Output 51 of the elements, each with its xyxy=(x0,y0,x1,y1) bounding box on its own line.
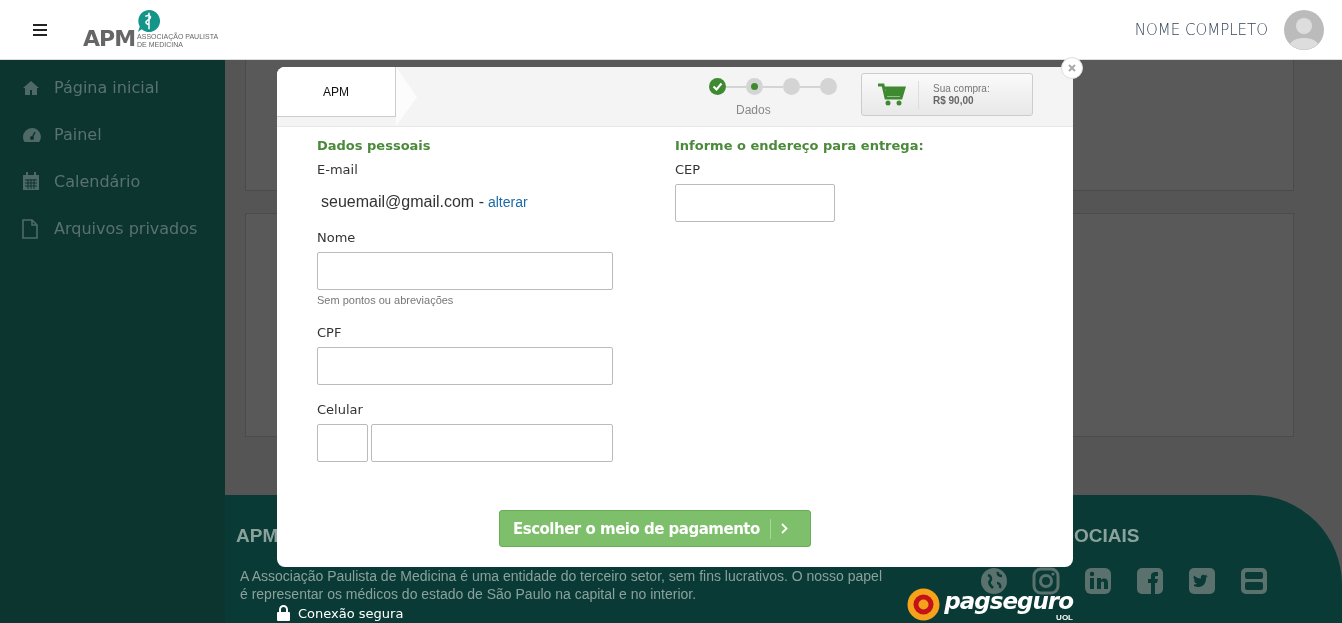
secure-connection-label: Conexão segura xyxy=(298,605,404,621)
sidebar-item[interactable]: Página inicial xyxy=(54,78,159,97)
facebook-icon[interactable] xyxy=(1136,567,1164,595)
footer-heading: APM xyxy=(236,525,279,547)
change-link[interactable]: alterar xyxy=(487,194,528,210)
area-code-field[interactable] xyxy=(317,424,368,462)
section-title: Informe o endereço para entrega: xyxy=(675,139,925,153)
input-field[interactable] xyxy=(317,347,613,385)
cart-label: Sua compra: xyxy=(933,82,990,95)
field-label: CPF xyxy=(317,326,343,340)
cart-button[interactable]: Sua compra: R$ 90,00 xyxy=(861,73,1033,116)
home-icon xyxy=(22,79,40,96)
step-label: Dados xyxy=(736,103,771,117)
sidebar-item[interactable]: Painel xyxy=(54,125,102,144)
menu-icon[interactable] xyxy=(33,23,47,36)
calendar-icon xyxy=(22,172,40,191)
logo-text: APM xyxy=(83,28,136,50)
twitter-icon[interactable] xyxy=(1188,567,1216,595)
avatar-icon[interactable] xyxy=(1284,9,1324,50)
gauge-icon xyxy=(22,126,42,143)
phone-field[interactable] xyxy=(371,424,613,462)
field-label: Celular xyxy=(317,403,364,417)
cart-icon xyxy=(878,82,906,107)
user-name[interactable]: NOME COMPLETO xyxy=(1134,20,1268,39)
input-field[interactable] xyxy=(675,184,835,222)
staff-logo-icon xyxy=(137,9,162,33)
section-title: Dados pessoais xyxy=(317,139,432,153)
lock-icon xyxy=(277,605,290,621)
payment-brand-sub: UOL xyxy=(1056,614,1073,622)
payment-logo-icon xyxy=(907,588,941,621)
instagram-icon[interactable] xyxy=(1032,567,1060,595)
input-field[interactable] xyxy=(317,252,613,290)
close-icon xyxy=(1068,64,1076,72)
footer-text: A Associação Paulista de Medicina é uma entidade do terceiro setor, sem fins lucrativos. O nosso papel xyxy=(240,567,883,585)
file-icon xyxy=(22,218,38,239)
merchant-tab[interactable]: APM xyxy=(277,67,396,117)
globe-icon[interactable] xyxy=(980,567,1008,595)
sidebar-item[interactable]: Calendário xyxy=(54,172,141,191)
payment-button[interactable]: Escolher o meio de pagamento xyxy=(499,510,811,547)
chevron-right-icon xyxy=(780,523,788,534)
field-hint: Sem pontos ou abreviações xyxy=(317,294,455,306)
footer-text: é representar os médicos do estado de São Paulo na capital e no interior. xyxy=(240,585,697,603)
cart-total: R$ 90,00 xyxy=(933,94,975,107)
linkedin-icon[interactable] xyxy=(1084,567,1112,595)
field-label: CEP xyxy=(675,163,702,177)
field-label: E-mail xyxy=(317,163,359,177)
field-label: Nome xyxy=(317,231,357,245)
footer-heading: OCIAIS xyxy=(1074,525,1140,547)
sidebar-item[interactable]: Arquivos privados xyxy=(54,219,198,238)
payment-brand: pagseguro xyxy=(944,588,1073,614)
email-value: seuemail@gmail.com - xyxy=(321,193,484,211)
